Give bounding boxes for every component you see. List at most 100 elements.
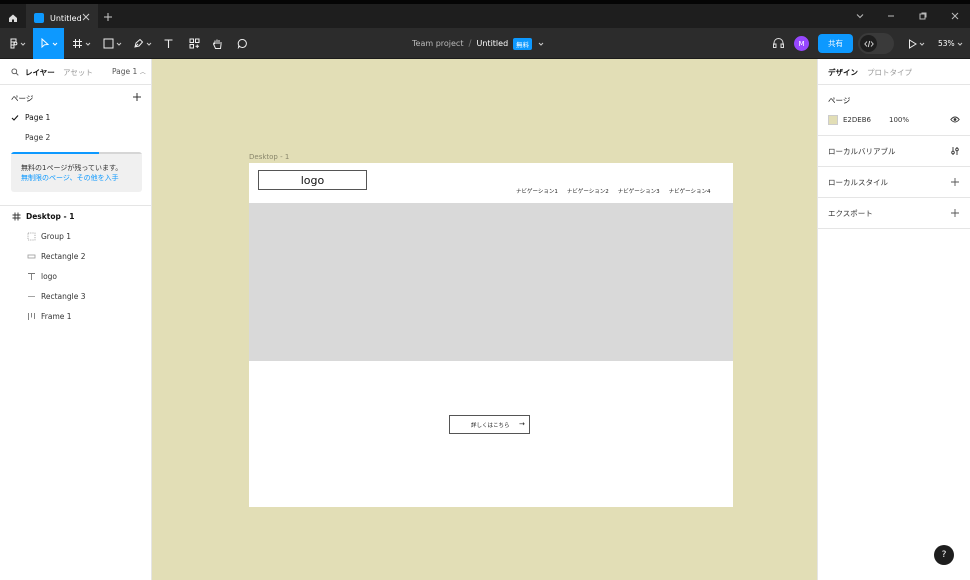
chevron-up-icon: ︿ <box>139 69 146 76</box>
frame-label[interactable]: Desktop - 1 <box>249 153 289 161</box>
rectangle-icon <box>26 251 36 261</box>
nav-item-1[interactable]: ナビゲーション1 <box>516 187 558 195</box>
avatar[interactable]: M <box>794 36 809 51</box>
file-breadcrumb: Team project / Untitled 無料 <box>412 28 545 59</box>
logo-placeholder[interactable]: logo <box>258 170 367 190</box>
local-styles-label[interactable]: ローカルスタイル <box>828 177 888 188</box>
variables-icon[interactable] <box>950 146 960 156</box>
divider <box>818 197 970 198</box>
nav-menu: ナビゲーション1 ナビゲーション2 ナビゲーション3 ナビゲーション4 <box>516 187 711 195</box>
layer-row[interactable]: Desktop - 1 <box>0 206 152 226</box>
page-item-page-1[interactable]: Page 1 <box>11 113 141 125</box>
local-variables-label[interactable]: ローカルバリアブル <box>828 146 896 157</box>
add-tab-icon[interactable] <box>103 12 113 22</box>
pages-section-title: ページ <box>11 94 34 103</box>
pen-icon <box>133 38 143 48</box>
add-export-icon[interactable] <box>950 208 960 218</box>
main-menu-button[interactable] <box>6 28 30 59</box>
zoom-menu[interactable]: 53% <box>938 28 963 59</box>
help-button[interactable]: ? <box>934 545 954 565</box>
page-color-hex[interactable]: E2DEB6 <box>843 116 871 124</box>
autolayout-icon <box>26 311 36 321</box>
divider <box>818 228 970 229</box>
page-quota-bar <box>11 152 99 154</box>
chevron-down-icon[interactable] <box>537 40 545 48</box>
page-selector[interactable]: Page 1 ︿ <box>112 67 146 76</box>
chevron-down-icon <box>116 42 121 46</box>
export-label[interactable]: エクスポート <box>828 208 873 219</box>
hand-tool-button[interactable] <box>207 28 227 59</box>
close-icon[interactable] <box>82 13 90 21</box>
tab-title: Untitled <box>50 13 82 23</box>
present-button[interactable] <box>904 28 928 59</box>
resources-icon <box>189 38 199 49</box>
chevron-down-icon <box>146 42 151 46</box>
figma-logo-icon <box>10 38 18 49</box>
frame-tool-button[interactable] <box>68 28 94 59</box>
share-button[interactable]: 共有 <box>818 34 853 53</box>
dev-mode-toggle[interactable] <box>858 33 894 54</box>
chevron-down-icon <box>957 42 963 46</box>
divider <box>818 135 970 136</box>
team-name-link[interactable]: Team project <box>412 39 463 48</box>
arrow-right-icon: → <box>519 420 525 428</box>
text-icon <box>164 39 172 48</box>
layer-name: Desktop - 1 <box>26 211 75 221</box>
nav-item-2[interactable]: ナビゲーション2 <box>567 187 609 195</box>
layer-row[interactable]: Frame 1 <box>0 306 152 326</box>
layers-panel: レイヤー アセット Page 1 ︿ ページ Page 1 Page 2 無料の… <box>0 59 152 580</box>
nav-item-4[interactable]: ナビゲーション4 <box>669 187 711 195</box>
layer-row[interactable]: Rectangle 2 <box>0 246 152 266</box>
layer-name: Frame 1 <box>41 311 72 321</box>
resources-tool-button[interactable] <box>184 28 204 59</box>
page-item-page-2[interactable]: Page 2 <box>11 133 141 145</box>
chevron-down-icon[interactable] <box>855 11 865 21</box>
text-tool-button[interactable] <box>158 28 178 59</box>
frame-icon <box>11 211 21 221</box>
eye-icon[interactable] <box>950 115 960 124</box>
tab-design[interactable]: デザイン <box>828 67 858 78</box>
search-icon[interactable] <box>11 68 19 76</box>
comment-icon <box>237 39 247 49</box>
restore-icon[interactable] <box>918 11 928 21</box>
left-panel-header: レイヤー アセット Page 1 ︿ <box>0 59 152 85</box>
file-icon <box>34 13 44 23</box>
code-icon <box>860 35 877 52</box>
layer-row[interactable]: logo <box>0 266 152 286</box>
play-icon <box>908 38 917 49</box>
canvas[interactable]: Desktop - 1 logo ナビゲーション1 ナビゲーション2 ナビゲーシ… <box>152 59 817 580</box>
upgrade-link[interactable]: 無制限のページ、その他を入手 <box>21 173 119 183</box>
minimize-icon[interactable] <box>886 11 896 21</box>
zoom-level: 53% <box>938 39 955 48</box>
headphones-icon[interactable] <box>772 37 785 49</box>
tab-assets[interactable]: アセット <box>63 67 93 78</box>
hero-image-placeholder[interactable] <box>249 203 733 361</box>
shape-tool-button[interactable] <box>99 28 125 59</box>
frame-icon <box>72 39 82 48</box>
upgrade-banner: 無料の1ページが残っています。 無制限のページ、その他を入手 <box>11 152 142 192</box>
layer-row[interactable]: Group 1 <box>0 226 152 246</box>
chevron-down-icon <box>85 42 90 46</box>
comment-tool-button[interactable] <box>232 28 252 59</box>
desktop-frame[interactable]: logo ナビゲーション1 ナビゲーション2 ナビゲーション3 ナビゲーション4… <box>249 163 733 507</box>
pen-tool-button[interactable] <box>129 28 155 59</box>
layer-name: Rectangle 3 <box>41 291 86 301</box>
nav-item-3[interactable]: ナビゲーション3 <box>618 187 660 195</box>
tab-layers[interactable]: レイヤー <box>25 67 55 78</box>
cta-button[interactable]: 詳しくはこちら → <box>449 415 530 434</box>
properties-panel: デザイン プロトタイプ ページ E2DEB6 100% ローカルバリアブル ロー… <box>817 59 970 580</box>
move-tool-button[interactable] <box>33 28 64 59</box>
page-color-opacity[interactable]: 100% <box>889 116 909 124</box>
add-page-icon[interactable] <box>132 92 142 102</box>
close-window-icon[interactable] <box>950 11 960 21</box>
page-section-title: ページ <box>828 96 851 105</box>
current-page-label: Page 1 <box>112 67 138 76</box>
add-style-icon[interactable] <box>950 177 960 187</box>
layer-row[interactable]: Rectangle 3 <box>0 286 152 306</box>
hand-icon <box>212 39 221 49</box>
file-name[interactable]: Untitled <box>477 39 509 48</box>
chevron-down-icon <box>20 42 26 46</box>
tab-prototype[interactable]: プロトタイプ <box>867 67 912 78</box>
page-color-swatch[interactable] <box>828 115 838 125</box>
cta-label: 詳しくはこちら <box>471 423 510 429</box>
